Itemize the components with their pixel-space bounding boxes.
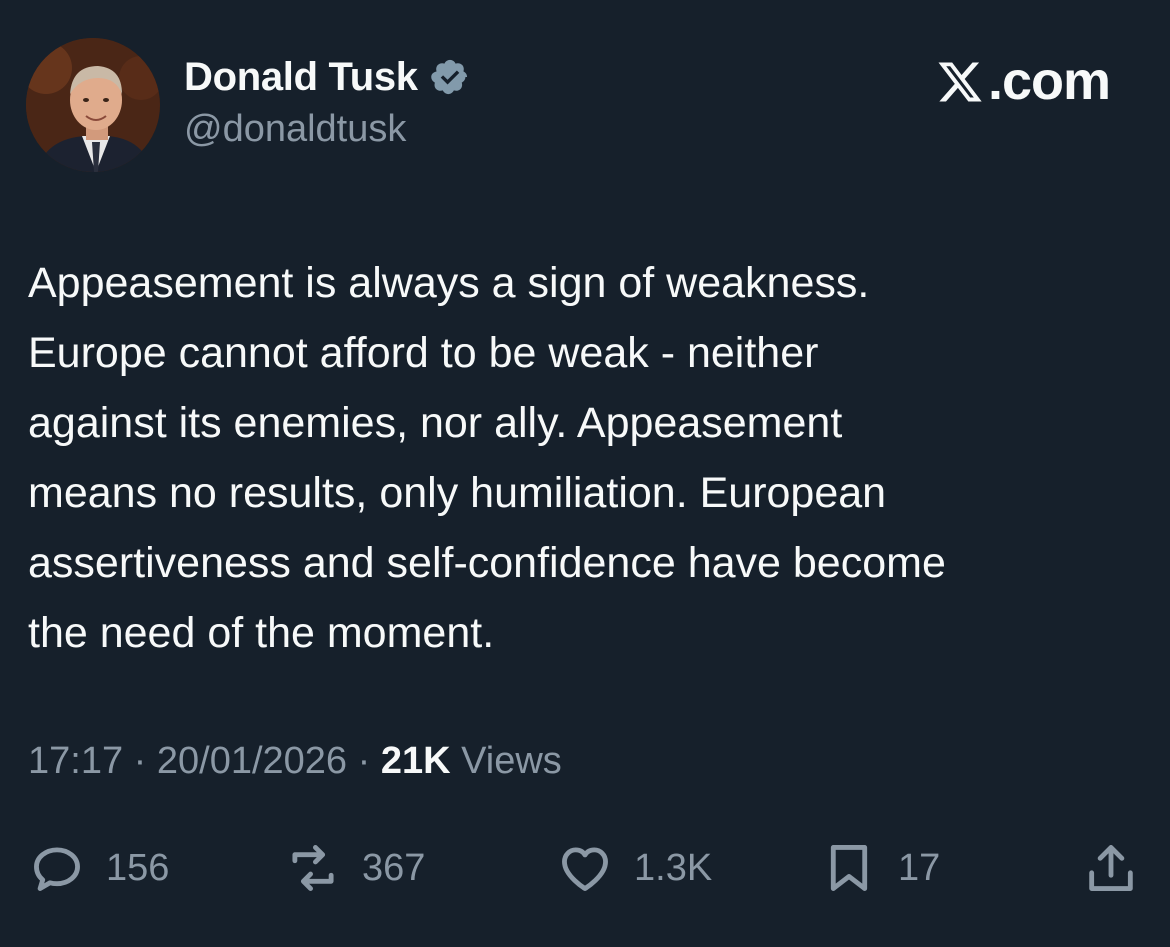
share-icon: [1082, 839, 1140, 897]
x-logo-icon: [934, 57, 986, 105]
bookmark-icon: [820, 839, 878, 897]
bookmark-button[interactable]: 17: [820, 836, 940, 900]
meta-separator: ·: [357, 740, 371, 782]
user-handle[interactable]: @donaldtusk: [184, 108, 470, 151]
meta-separator: ·: [133, 740, 147, 782]
repost-count: 367: [362, 846, 426, 889]
verified-badge-icon: [430, 57, 470, 97]
like-button[interactable]: 1.3K: [556, 836, 712, 900]
views-count: 21K: [380, 740, 451, 782]
brand-watermark: .com: [934, 50, 1111, 112]
bookmark-count: 17: [898, 846, 941, 889]
avatar-image: [26, 38, 160, 172]
brand-label: .com: [987, 51, 1111, 111]
reply-button[interactable]: 156: [28, 836, 169, 900]
share-button[interactable]: [1082, 836, 1140, 900]
repost-icon: [284, 839, 342, 897]
views-label: Views: [461, 740, 562, 782]
tweet-date[interactable]: 20/01/2026: [157, 740, 347, 782]
tweet-meta: 17:17 · 20/01/2026 · 21K Views: [28, 740, 562, 783]
tweet-time[interactable]: 17:17: [28, 740, 123, 782]
action-bar: 156 367 1.3K 17: [0, 836, 1170, 900]
repost-button[interactable]: 367: [284, 836, 425, 900]
tweet-text: Appeasement is always a sign of weakness…: [28, 259, 946, 657]
like-count: 1.3K: [634, 846, 713, 889]
avatar[interactable]: [26, 38, 160, 172]
display-name[interactable]: Donald Tusk: [184, 55, 418, 100]
reply-count: 156: [106, 846, 170, 889]
tweet-card: Donald Tusk @donaldtusk .com Appeasement…: [0, 0, 1170, 947]
heart-icon: [556, 839, 614, 897]
author-block: Donald Tusk @donaldtusk: [184, 54, 470, 151]
reply-icon: [28, 839, 86, 897]
name-row: Donald Tusk: [184, 54, 470, 100]
